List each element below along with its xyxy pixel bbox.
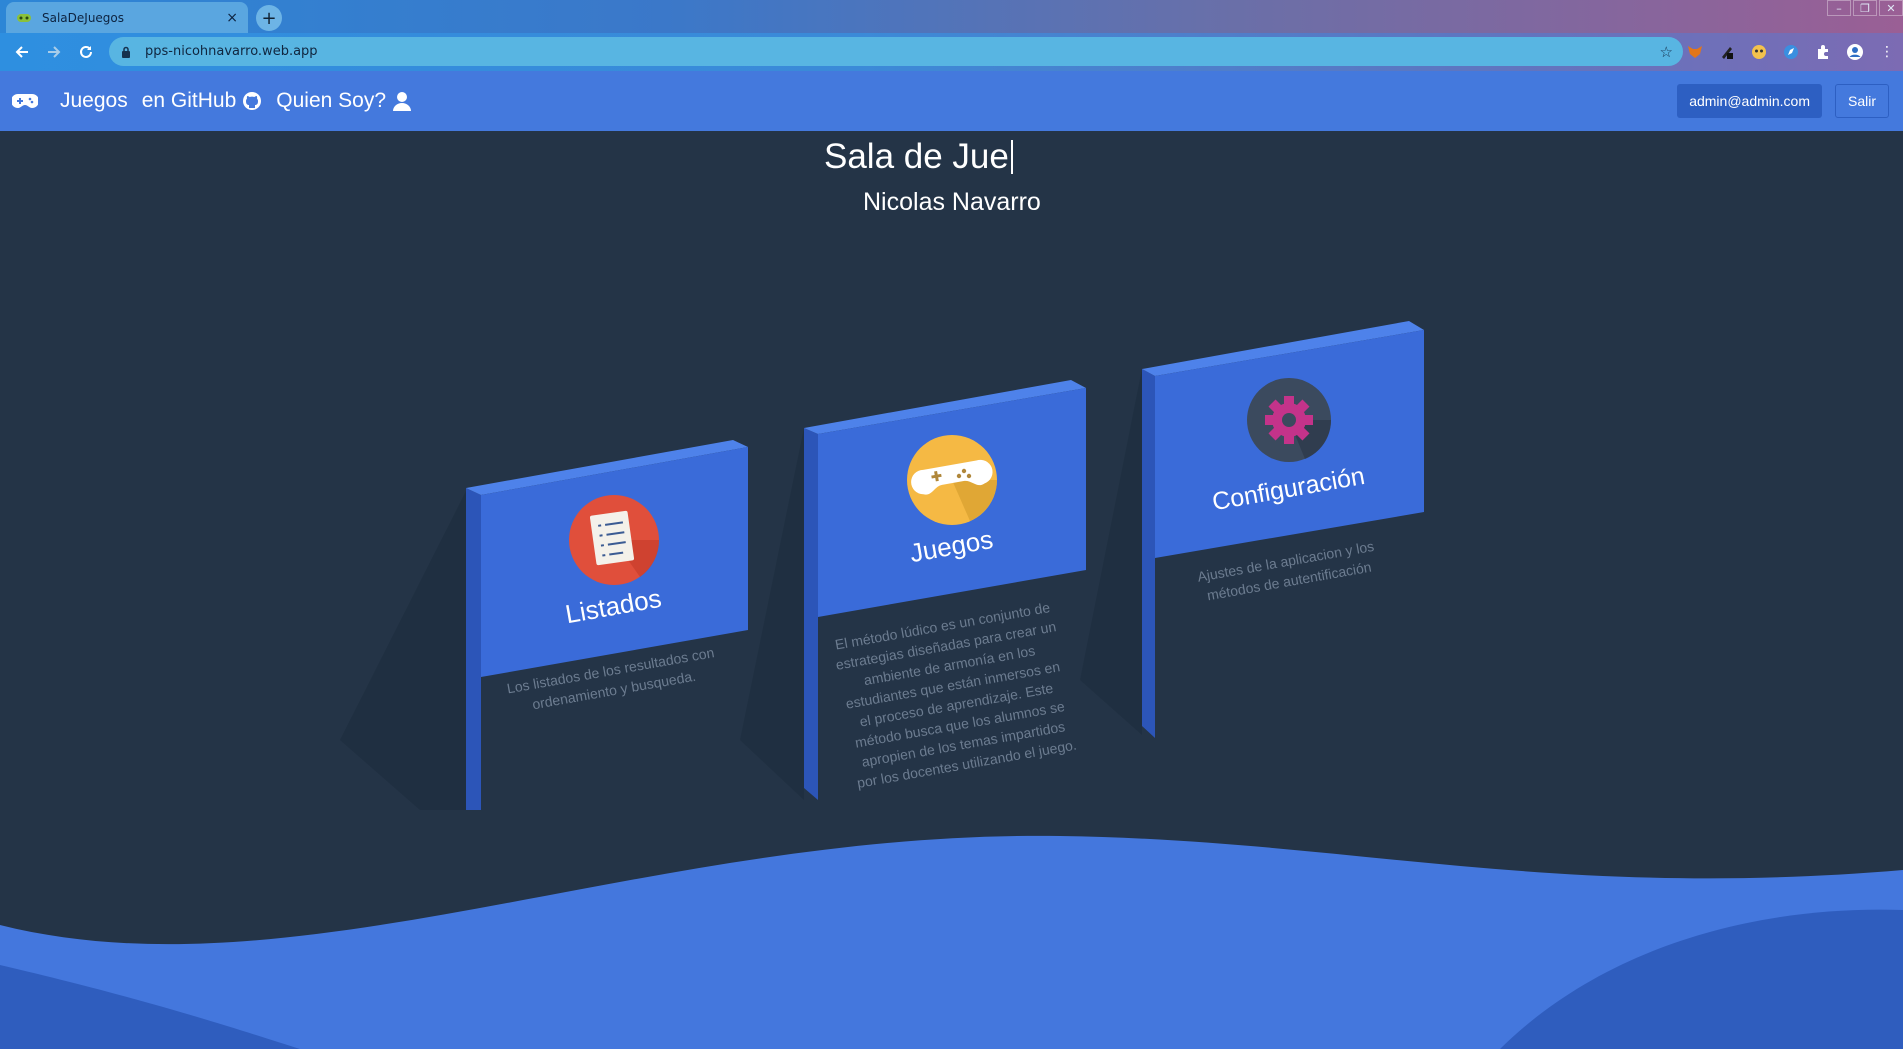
card-configuracion[interactable]: Configuración Ajustes de la aplicacion y… (1142, 321, 1424, 738)
gamepad-icon (907, 435, 997, 525)
card-juegos[interactable]: Juegos El método lúdico es un conjunto d… (804, 380, 1086, 800)
cards-scene: Listados Los listados de los resultados … (0, 321, 1903, 1049)
card-listados[interactable]: Listados Los listados de los resultados … (466, 440, 748, 810)
checklist-icon (569, 495, 660, 585)
background-waves (0, 835, 1903, 1049)
gear-icon (1247, 378, 1332, 462)
